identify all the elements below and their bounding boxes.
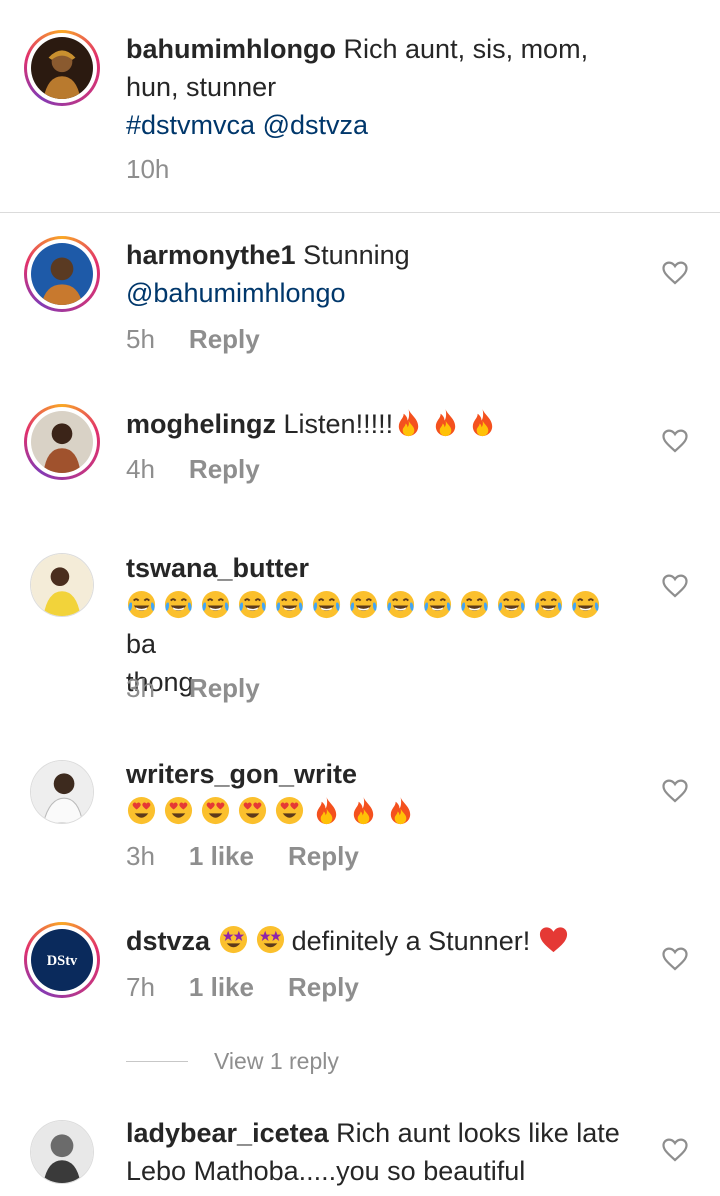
tears-of-joy-emoji [163,589,194,620]
comment-body: Listen!!!!! [283,409,394,439]
comment-text: dstvza definitely a Stunner! [126,922,636,960]
star-struck-emoji [218,924,249,955]
like-heart-icon[interactable] [662,947,688,971]
avatar-photo-icon [31,411,93,473]
view-replies-line [126,1061,188,1062]
avatar-bahumimhlongo[interactable] [24,30,100,106]
fire-emoji [348,795,379,826]
comment-body: definitely a Stunner! [291,926,531,956]
comment-meta: 4h Reply [126,452,260,486]
comment-username[interactable]: writers_gon_write [126,759,357,789]
reply-button[interactable]: Reply [189,452,260,486]
tears-of-joy-emoji [274,589,305,620]
comment-time: 7h [126,972,155,1002]
tears-of-joy-emoji [348,589,379,620]
view-replies-button[interactable]: View 1 reply [126,1048,339,1075]
fire-emoji [430,407,461,438]
comment-meta: 3h Reply [126,671,260,705]
heart-eyes-emoji [126,795,157,826]
like-heart-icon[interactable] [662,1138,688,1162]
avatar-photo-icon [31,1121,93,1183]
comment-time: 3h [126,673,155,703]
caption-username[interactable]: bahumimhlongo [126,34,336,64]
tears-of-joy-emoji [422,589,453,620]
likes-count[interactable]: 1 like [189,970,254,1004]
comment-time: 4h [126,454,155,484]
comment-time: 3h [126,841,155,871]
comment-meta: 7h 1 like Reply [126,970,359,1004]
view-replies-label[interactable]: View 1 reply [214,1048,339,1075]
fire-emoji [467,407,498,438]
avatar-harmonythe1[interactable] [24,236,100,312]
red-heart-emoji [538,924,569,955]
comment-text: writers_gon_write [126,755,636,831]
caption-time: 10h [126,154,170,184]
avatar-photo-icon [31,761,93,823]
avatar-dstvza[interactable]: DStv [24,922,100,998]
like-heart-icon[interactable] [662,261,688,285]
heart-eyes-emoji [274,795,305,826]
avatar-ladybear-icetea[interactable] [30,1120,94,1184]
fire-emoji [385,795,416,826]
comment-username[interactable]: tswana_butter [126,553,309,583]
dstv-logo-text: DStv [47,953,78,969]
reply-button[interactable]: Reply [189,322,260,356]
comment-mention[interactable]: @bahumimhlongo [126,278,346,308]
tears-of-joy-emoji [385,589,416,620]
avatar-tswana-butter[interactable] [30,553,94,617]
heart-eyes-emoji [163,795,194,826]
avatar-photo-icon [31,37,93,99]
avatar-moghelingz[interactable] [24,404,100,480]
tears-of-joy-emoji [237,589,268,620]
heart-eyes-emoji [237,795,268,826]
comment-text: harmonythe1 Stunning @bahumimhlongo [126,236,636,312]
reply-button[interactable]: Reply [288,839,359,873]
avatar-photo-icon [31,554,93,616]
tears-of-joy-emoji [533,589,564,620]
like-heart-icon[interactable] [662,574,688,598]
comment-body: Stunning [303,240,410,270]
emoji-row [393,407,504,439]
comment-body: ba [126,629,157,659]
comment-text: moghelingz Listen!!!!! [126,405,636,443]
tears-of-joy-emoji [459,589,490,620]
emoji-row [126,795,422,827]
fire-emoji [311,795,342,826]
caption-mention[interactable]: @dstvza [263,110,368,140]
comment-meta: 5h Reply [126,322,260,356]
comment-time: 5h [126,324,155,354]
tears-of-joy-emoji [496,589,527,620]
dstv-logo-icon: DStv [31,929,93,991]
divider [0,212,720,213]
like-heart-icon[interactable] [662,429,688,453]
comment-username[interactable]: moghelingz [126,409,276,439]
emoji-row [538,926,575,956]
reply-button[interactable]: Reply [189,671,260,705]
comment-text: ladybear_icetea Rich aunt looks like lat… [126,1114,636,1190]
avatar-writers-gon-write[interactable] [30,760,94,824]
avatar-photo-icon [31,243,93,305]
comment-username[interactable]: dstvza [126,926,210,956]
tears-of-joy-emoji [200,589,231,620]
heart-eyes-emoji [200,795,231,826]
like-heart-icon[interactable] [662,779,688,803]
reply-button[interactable]: Reply [288,970,359,1004]
likes-count[interactable]: 1 like [189,839,254,873]
caption-hashtag[interactable]: #dstvmvca [126,110,255,140]
tears-of-joy-emoji [311,589,342,620]
comment-username[interactable]: harmonythe1 [126,240,296,270]
emoji-row [218,924,292,956]
star-struck-emoji [255,924,286,955]
comment-username[interactable]: ladybear_icetea [126,1118,329,1148]
emoji-row [126,589,607,621]
caption-text: bahumimhlongo Rich aunt, sis, mom, hun, … [126,30,636,144]
tears-of-joy-emoji [126,589,157,620]
fire-emoji [393,407,424,438]
tears-of-joy-emoji [570,589,601,620]
comment-meta: 3h 1 like Reply [126,839,359,873]
caption-meta: 10h [126,152,169,186]
